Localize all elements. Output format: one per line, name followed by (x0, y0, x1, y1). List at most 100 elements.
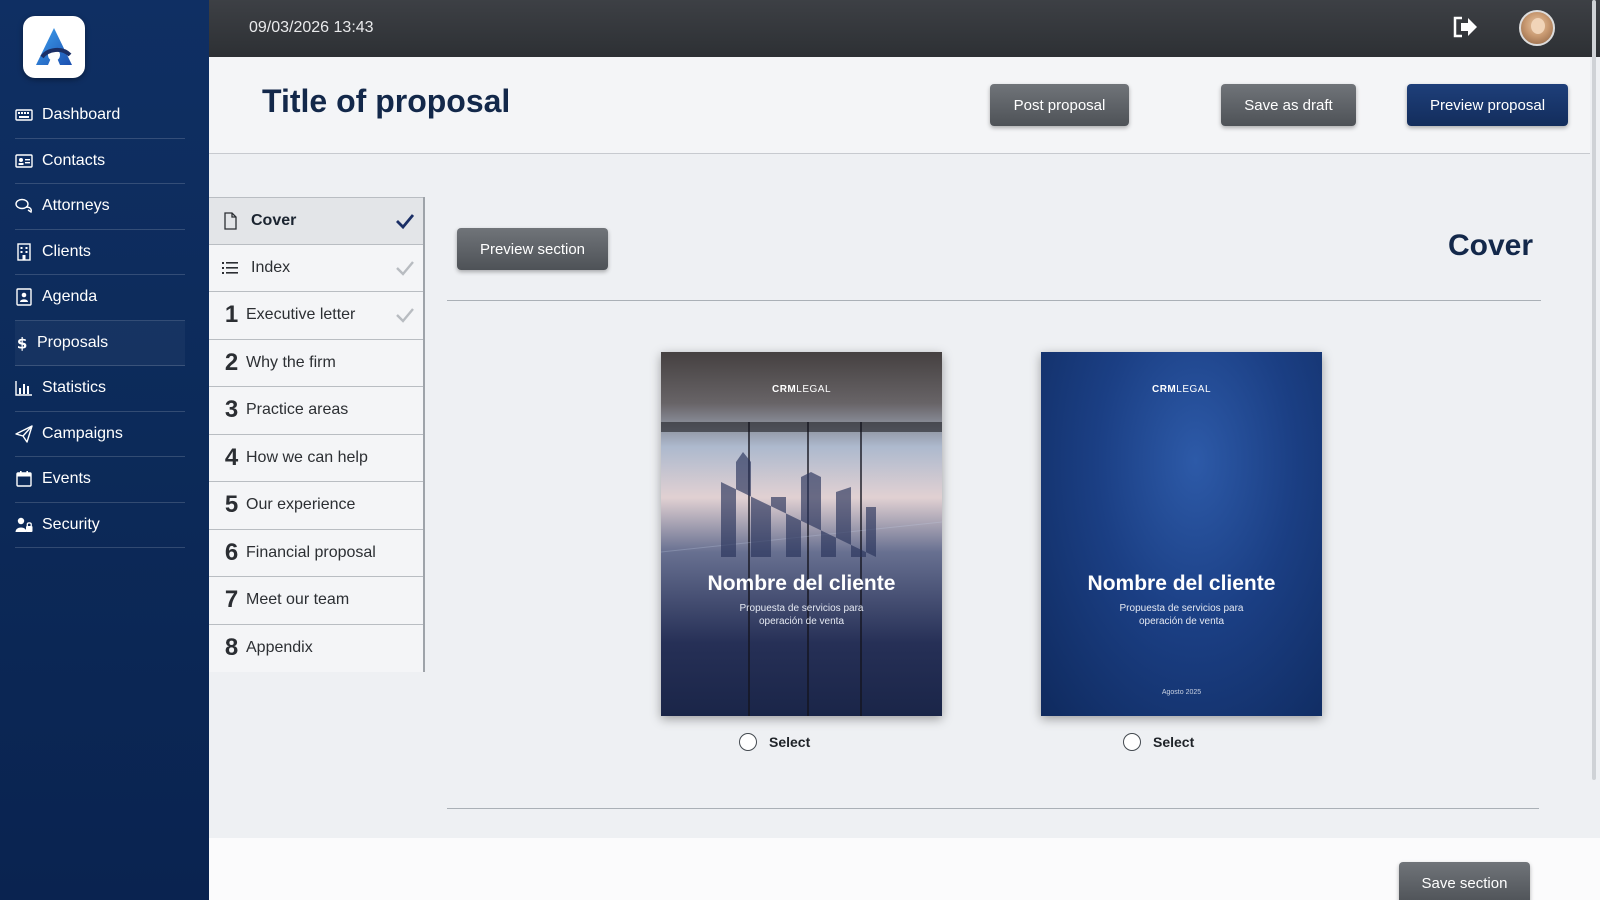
select-label: Select (769, 734, 811, 750)
section-item-why-the-firm[interactable]: 2 Why the firm (209, 339, 423, 387)
section-number: 7 (224, 586, 239, 614)
user-avatar[interactable] (1519, 10, 1555, 46)
section-list: Cover Index 1 Executive letter 2 Why the… (209, 197, 425, 672)
sidebar-item-label: Security (42, 515, 100, 533)
divider (447, 808, 1539, 809)
sidebar-item-contacts[interactable]: Contacts (15, 139, 185, 184)
cover-option-1-select[interactable]: Select (739, 733, 810, 751)
section-number: 4 (224, 443, 239, 471)
section-item-cover[interactable]: Cover (209, 197, 423, 245)
address-book-icon (15, 288, 37, 306)
logout-icon (1453, 16, 1477, 38)
sidebar-item-clients[interactable]: Clients (15, 230, 185, 275)
cover-subtitle: Propuesta de servicios para operación de… (739, 603, 864, 627)
sidebar-item-label: Campaigns (42, 424, 123, 442)
sidebar-item-proposals[interactable]: $ Proposals (15, 320, 185, 366)
sidebar-item-label: Agenda (42, 288, 98, 306)
cover-subtitle: Propuesta de servicios para operación de… (1119, 603, 1244, 627)
post-proposal-button[interactable]: Post proposal (990, 84, 1129, 126)
section-item-executive-letter[interactable]: 1 Executive letter (209, 292, 423, 340)
id-card-icon (15, 152, 37, 170)
page-title: Title of proposal (262, 83, 511, 119)
sidebar-nav: Dashboard Contacts Attorneys Clients Age… (15, 93, 185, 548)
save-draft-button[interactable]: Save as draft (1221, 84, 1356, 126)
keyboard-icon (15, 106, 37, 124)
sidebar-item-label: Proposals (37, 333, 109, 351)
bar-chart-icon (15, 379, 37, 397)
sidebar-item-events[interactable]: Events (15, 457, 185, 503)
section-label: Executive letter (246, 306, 356, 324)
sidebar: Dashboard Contacts Attorneys Clients Age… (0, 0, 209, 900)
divider (447, 300, 1541, 301)
paper-plane-icon (15, 425, 37, 443)
section-number: 3 (224, 396, 239, 424)
user-lock-icon (15, 516, 37, 534)
sidebar-item-label: Contacts (42, 151, 106, 169)
sidebar-item-dashboard[interactable]: Dashboard (15, 93, 185, 139)
section-item-meet-our-team[interactable]: 7 Meet our team (209, 577, 423, 625)
section-label: Cover (251, 211, 297, 229)
sidebar-item-label: Statistics (42, 379, 107, 397)
section-label: Appendix (246, 639, 313, 657)
section-number: 8 (224, 634, 239, 662)
cover-brand: CRMLEGAL (771, 384, 832, 395)
check-icon (395, 306, 415, 324)
cover-option-2[interactable]: CRMLEGAL Nombre del cliente Propuesta de… (1041, 352, 1322, 716)
logo-icon (36, 28, 72, 65)
preview-section-button[interactable]: Preview section (457, 228, 608, 270)
sidebar-item-agenda[interactable]: Agenda (15, 275, 185, 321)
page-scrollbar[interactable] (1592, 0, 1596, 780)
app-logo[interactable] (23, 16, 85, 78)
section-item-how-we-can-help[interactable]: 4 How we can help (209, 434, 423, 482)
section-label: Practice areas (246, 401, 349, 419)
section-label: How we can help (246, 448, 368, 466)
section-label: Why the firm (246, 353, 336, 371)
save-section-button[interactable]: Save section (1399, 862, 1530, 900)
section-item-index[interactable]: Index (209, 244, 423, 292)
section-number: 2 (224, 348, 239, 376)
cover-client-name: Nombre del cliente (1087, 572, 1276, 595)
preview-proposal-button[interactable]: Preview proposal (1407, 84, 1568, 126)
cover-option-1[interactable]: CRMLEGAL Nombre del cliente Propuesta de… (661, 352, 942, 716)
svg-text:$: $ (17, 334, 28, 351)
sidebar-item-label: Dashboard (42, 106, 121, 124)
current-datetime: 09/03/2026 13:43 (249, 19, 374, 36)
sidebar-item-statistics[interactable]: Statistics (15, 366, 185, 412)
cover-date: Agosto 2025 (1161, 689, 1202, 696)
section-item-appendix[interactable]: 8 Appendix (209, 624, 423, 672)
section-label: Financial proposal (246, 543, 376, 561)
select-label: Select (1153, 734, 1195, 750)
section-item-financial-proposal[interactable]: 6 Financial proposal (209, 529, 423, 577)
chat-bubbles-icon (15, 197, 37, 215)
section-item-practice-areas[interactable]: 3 Practice areas (209, 387, 423, 435)
cover-option-2-select[interactable]: Select (1123, 733, 1194, 751)
radio-button[interactable] (1123, 733, 1141, 751)
building-icon (15, 243, 37, 261)
sidebar-item-campaigns[interactable]: Campaigns (15, 412, 185, 457)
radio-button[interactable] (739, 733, 757, 751)
section-label: Meet our team (246, 591, 350, 609)
window-frame-graphic (661, 422, 942, 716)
section-number: 6 (224, 538, 239, 566)
sidebar-item-security[interactable]: Security (15, 503, 185, 548)
cover-brand: CRMLEGAL (1151, 384, 1212, 395)
document-icon (221, 212, 243, 230)
check-icon (395, 259, 415, 277)
section-number: 5 (224, 491, 239, 519)
top-bar: 09/03/2026 13:43 (209, 0, 1600, 57)
section-number: 1 (224, 301, 239, 329)
sidebar-item-label: Attorneys (42, 197, 110, 215)
footer-band (209, 838, 1600, 900)
calendar-icon (15, 470, 37, 488)
cover-client-name: Nombre del cliente (707, 572, 896, 595)
section-label: Our experience (246, 496, 356, 514)
section-item-our-experience[interactable]: 5 Our experience (209, 482, 423, 530)
check-icon (395, 212, 415, 230)
sidebar-item-label: Clients (42, 242, 91, 260)
sidebar-item-attorneys[interactable]: Attorneys (15, 184, 185, 230)
list-icon (221, 259, 243, 277)
logout-button[interactable] (1451, 14, 1479, 40)
section-label: Index (251, 258, 291, 276)
section-title: Cover (1448, 229, 1534, 262)
sidebar-item-label: Events (42, 470, 91, 488)
